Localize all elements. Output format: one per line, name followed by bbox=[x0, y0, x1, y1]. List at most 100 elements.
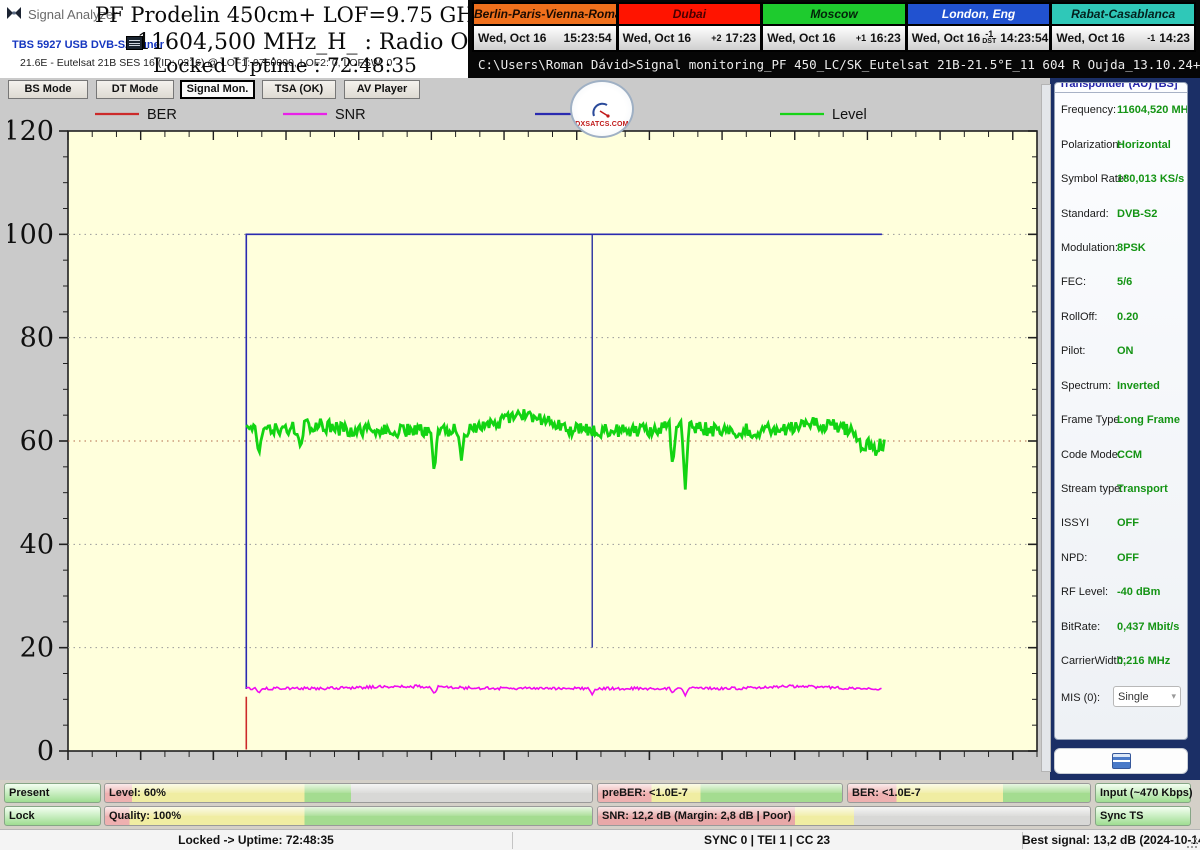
row-label: FEC: bbox=[1061, 276, 1087, 289]
preber-bar: preBER: <1.0E-7 bbox=[597, 783, 843, 803]
row-value: ON bbox=[1117, 345, 1134, 358]
clock-1: Dubai Wed, Oct 16 +2 17:23 bbox=[618, 4, 761, 50]
clock-city: Dubai bbox=[618, 4, 761, 24]
row-value: 0,216 MHz bbox=[1117, 655, 1171, 668]
svg-text:20: 20 bbox=[20, 633, 54, 664]
row-label: Frequency: bbox=[1061, 104, 1117, 117]
transponder-row: CarrierWidth: 0,216 MHz bbox=[1055, 644, 1187, 678]
list-icon bbox=[126, 36, 143, 50]
mis-label: MIS (0): bbox=[1061, 692, 1101, 705]
level-bar: Level: 60% bbox=[104, 783, 593, 803]
save-capture-button[interactable] bbox=[1054, 748, 1188, 774]
row-label: Standard: bbox=[1061, 207, 1109, 220]
transponder-panel: Transponder (AU) [BS] Frequency: 11604,52… bbox=[1054, 82, 1188, 740]
clock-date: Wed, Oct 16 bbox=[767, 31, 836, 45]
statusbar-sync: SYNC 0 | TEI 1 | CC 23 bbox=[703, 833, 831, 847]
row-value: 180,013 KS/s bbox=[1117, 173, 1185, 186]
transponder-row: Spectrum: Inverted bbox=[1055, 369, 1187, 403]
sync-ts-indicator: Sync TS bbox=[1095, 806, 1191, 826]
resize-grip[interactable] bbox=[1185, 836, 1197, 848]
status-bars-band: Present Level: 60% preBER: <1.0E-7 BER: … bbox=[0, 780, 1200, 830]
svg-text:SNR: SNR bbox=[335, 107, 366, 123]
svg-text:60: 60 bbox=[20, 426, 54, 457]
clock-city: London, Eng bbox=[907, 4, 1050, 24]
transponder-row: NPD: OFF bbox=[1055, 541, 1187, 575]
console-window[interactable]: Berlin-Paris-Vienna-Roma Wed, Oct 16 15:23… bbox=[468, 0, 1200, 78]
clock-time: 14:23 bbox=[1159, 31, 1190, 45]
mis-value: Single bbox=[1118, 690, 1149, 703]
row-label: Stream type: bbox=[1061, 483, 1124, 496]
row-label: ISSYI bbox=[1061, 517, 1090, 530]
signal-chart-plot[interactable]: 020406080100120BERSNRQualityLevel bbox=[8, 96, 1050, 784]
statusbar-best-signal: Best signal: 13,2 dB (2024-10-14 22:29) bbox=[1022, 833, 1200, 847]
clock-utc-offset: +1 bbox=[855, 32, 867, 43]
snr-bar: SNR: 12,2 dB (Margin: 2,8 dB | Poor) bbox=[597, 806, 1091, 826]
row-label: Code Mode: bbox=[1061, 448, 1121, 461]
clock-datetime: Wed, Oct 16 +1 16:23 bbox=[763, 26, 905, 50]
transponder-row: Frame Type: Long Frame bbox=[1055, 403, 1187, 437]
svg-text:Level: Level bbox=[832, 107, 867, 123]
console-prompt: C:\Users\Roman Dávid>Signal monitoring_P… bbox=[478, 57, 1200, 72]
caption-uptime: Locked Uptime : 72:48:35 bbox=[153, 53, 417, 77]
row-value: DVB-S2 bbox=[1117, 207, 1158, 220]
dxsatcs-text: DXSATCS.COM bbox=[575, 121, 629, 128]
row-value: Long Frame bbox=[1117, 414, 1180, 427]
ber-bar: BER: <1.0E-7 bbox=[847, 783, 1091, 803]
lock-indicator: Lock bbox=[4, 806, 101, 826]
transponder-row: Code Mode: CCM bbox=[1055, 437, 1187, 471]
vertical-scrollbar[interactable] bbox=[1041, 84, 1051, 772]
app-icon bbox=[7, 7, 21, 19]
clock-utc-offset: +2 bbox=[711, 32, 722, 43]
clock-datetime: Wed, Oct 16 -1 14:23 bbox=[1052, 26, 1194, 50]
row-value: -40 dBm bbox=[1117, 586, 1161, 599]
transponder-row: RollOff: 0.20 bbox=[1055, 300, 1187, 334]
row-label: Frame Type: bbox=[1061, 414, 1123, 427]
clock-time: 14:23:54 bbox=[1000, 31, 1049, 45]
clock-0: Berlin-Paris-Vienna-Roma Wed, Oct 16 15:23… bbox=[474, 4, 616, 50]
statusbar: Locked -> Uptime: 72:48:35 SYNC 0 | TEI … bbox=[0, 829, 1200, 850]
transponder-row: Symbol Rate: 180,013 KS/s bbox=[1055, 162, 1187, 196]
clock-3: London, Eng Wed, Oct 16 -1 DST 14:23:54 bbox=[907, 4, 1050, 50]
present-indicator: Present bbox=[4, 783, 101, 803]
svg-text:BER: BER bbox=[147, 107, 177, 123]
transponder-panel-title: Transponder (AU) [BS] bbox=[1059, 82, 1178, 90]
transponder-row: ISSYI OFF bbox=[1055, 506, 1187, 540]
window-titlebar: Signal Analyzer PF Prodelin 450cm+ LOF=9… bbox=[0, 0, 693, 78]
clock-time: 15:23:54 bbox=[563, 31, 612, 45]
transponder-row: Frequency: 11604,520 MHz bbox=[1055, 93, 1187, 127]
input-indicator: Input (~470 Kbps) bbox=[1095, 783, 1193, 803]
clock-datetime: Wed, Oct 16 15:23:54 bbox=[474, 26, 616, 50]
row-value: 0.20 bbox=[1117, 310, 1139, 323]
clock-city: Moscow bbox=[763, 4, 905, 24]
mis-dropdown[interactable]: Single ▾ bbox=[1113, 686, 1181, 708]
row-value: OFF bbox=[1117, 551, 1139, 564]
row-value: 8PSK bbox=[1117, 241, 1146, 254]
statusbar-uptime: Locked -> Uptime: 72:48:35 bbox=[178, 833, 334, 847]
caption-frequency: 11604,500 MHz_H_ : Radio Oujda bbox=[137, 30, 517, 55]
row-label: BitRate: bbox=[1061, 620, 1101, 633]
clock-2: Moscow Wed, Oct 16 +1 16:23 bbox=[763, 4, 905, 50]
row-value: OFF bbox=[1117, 517, 1139, 530]
clock-utc-offset: -1 DST bbox=[982, 29, 997, 46]
clock-time: 17:23 bbox=[725, 31, 757, 45]
row-label: RF Level: bbox=[1061, 586, 1109, 599]
transponder-row: Pilot: ON bbox=[1055, 334, 1187, 368]
svg-text:120: 120 bbox=[8, 116, 54, 147]
dxsatcs-logo: DXSATCS.COM bbox=[570, 80, 634, 138]
clock-4: Rabat-Casablanca Wed, Oct 16 -1 14:23 bbox=[1052, 4, 1194, 50]
transponder-row: RF Level: -40 dBm bbox=[1055, 575, 1187, 609]
svg-text:80: 80 bbox=[20, 323, 54, 354]
transponder-row: Standard: DVB-S2 bbox=[1055, 196, 1187, 230]
row-label: NPD: bbox=[1061, 551, 1088, 564]
quality-bar: Quality: 100% bbox=[104, 806, 593, 826]
row-label: Spectrum: bbox=[1061, 379, 1112, 392]
svg-text:100: 100 bbox=[8, 219, 54, 250]
transponder-row: BitRate: 0,437 Mbit/s bbox=[1055, 610, 1187, 644]
satellite-dish-icon bbox=[592, 102, 610, 118]
row-value: 11604,520 MHz bbox=[1117, 104, 1188, 117]
clock-time: 16:23 bbox=[870, 31, 901, 45]
row-label: Pilot: bbox=[1061, 345, 1086, 358]
clock-city: Berlin-Paris-Vienna-Roma bbox=[474, 4, 616, 24]
transponder-row: Polarization: Horizontal bbox=[1055, 127, 1187, 161]
clock-date: Wed, Oct 16 bbox=[478, 31, 547, 45]
